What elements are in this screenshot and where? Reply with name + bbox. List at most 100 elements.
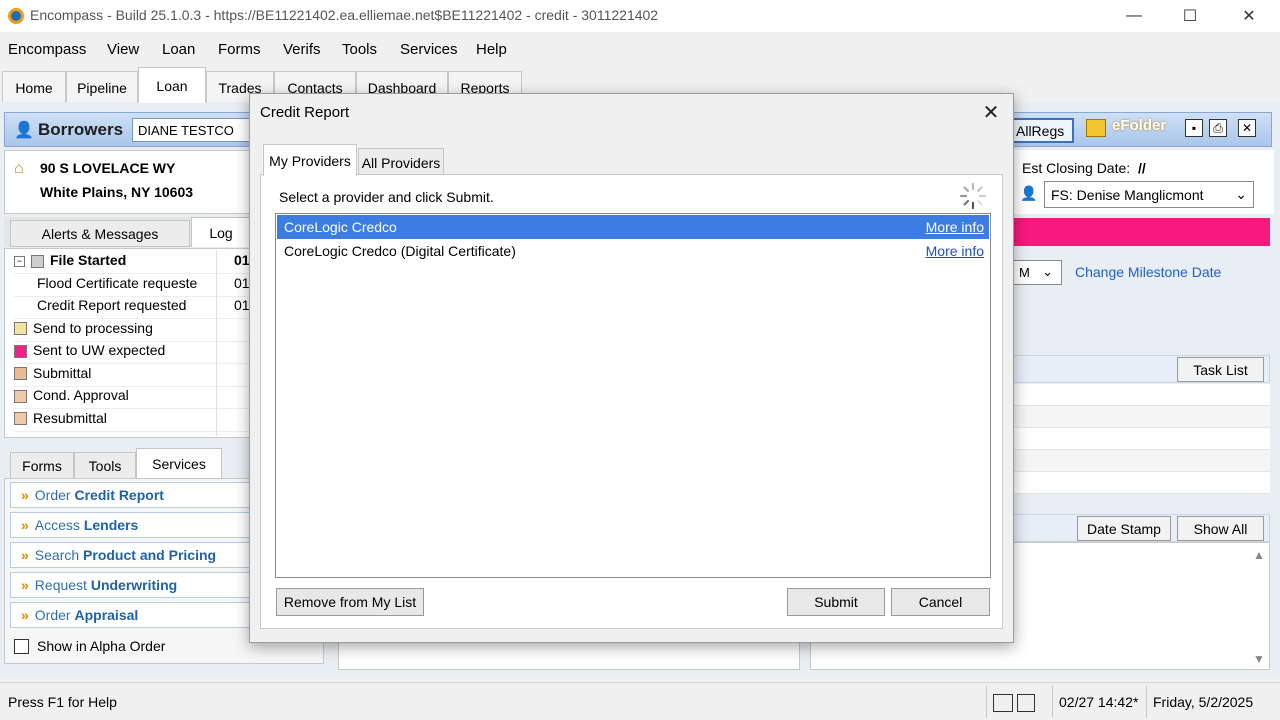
show-all-button[interactable]: Show All: [1177, 516, 1264, 541]
log-item-label: Cond. Approval: [33, 387, 129, 403]
log-item-date: 01: [234, 274, 250, 291]
efolder-icon[interactable]: [1086, 119, 1106, 137]
log-item[interactable]: Resubmittal: [14, 410, 249, 432]
service-prefix: Order: [34, 607, 75, 623]
submit-button[interactable]: Submit: [787, 588, 885, 616]
menu-encompass[interactable]: Encompass: [8, 41, 86, 58]
status-date: Friday, 5/2/2025: [1146, 686, 1280, 718]
service-name: Product and Pricing: [83, 547, 217, 563]
service-name: Credit Report: [74, 487, 164, 503]
tab-all-providers[interactable]: All Providers: [358, 148, 444, 176]
provider-row[interactable]: CoreLogic Credco More info: [277, 215, 989, 239]
service-name: Lenders: [83, 517, 139, 533]
milestone-select[interactable]: M ⌄: [1012, 260, 1062, 285]
table-row: [1012, 428, 1270, 450]
double-chevron-icon: »: [21, 517, 29, 533]
minimize-button[interactable]: —: [1111, 0, 1157, 32]
dialog-close-button[interactable]: ✕: [979, 100, 1003, 124]
save-icon[interactable]: ▪: [1185, 119, 1203, 137]
scroll-up-icon[interactable]: ▲: [1253, 548, 1265, 562]
double-chevron-icon: »: [21, 607, 29, 623]
close-loan-icon[interactable]: ✕: [1238, 119, 1256, 137]
comments-area[interactable]: [338, 642, 800, 670]
tab-services[interactable]: Services: [136, 448, 222, 480]
bottom-tabs: Forms Tools Services: [4, 448, 250, 480]
log-item[interactable]: Sent to UW expected: [14, 342, 249, 364]
tab-loan[interactable]: Loan: [138, 67, 206, 103]
tab-home[interactable]: Home: [2, 71, 66, 103]
tab-my-providers[interactable]: My Providers: [263, 144, 357, 176]
log-item[interactable]: Credit Report requested: [14, 297, 249, 319]
menu-view[interactable]: View: [107, 41, 139, 58]
task-list-button[interactable]: Task List: [1177, 357, 1264, 382]
tab-tools[interactable]: Tools: [74, 452, 136, 480]
address-line-1: 90 S LOVELACE WY: [40, 160, 176, 176]
service-prefix: Order: [34, 487, 75, 503]
more-info-link[interactable]: More info: [926, 243, 984, 259]
service-link[interactable]: » Request Underwriting: [10, 572, 250, 598]
menu-bar: Encompass View Loan Forms Verifs Tools S…: [0, 36, 1280, 64]
milestone-select-value: M: [1019, 265, 1030, 280]
chevron-down-icon: ⌄: [1042, 264, 1053, 279]
log-item-label: Credit Report requested: [37, 297, 187, 313]
service-link[interactable]: » Order Appraisal: [10, 602, 250, 628]
maximize-button[interactable]: ☐: [1167, 0, 1213, 32]
menu-help[interactable]: Help: [476, 41, 507, 58]
log-item-label: Submittal: [33, 364, 92, 381]
chevron-down-icon: ⌄: [1235, 186, 1247, 202]
log-item[interactable]: Flood Certificate requeste: [14, 275, 249, 297]
borrowers-label: Borrowers: [38, 120, 124, 139]
service-link[interactable]: » Order Credit Report: [10, 482, 250, 508]
table-row: [1012, 472, 1270, 494]
close-window-button[interactable]: ✕: [1226, 0, 1272, 32]
borrower-pair-select[interactable]: DIANE TESTCO: [132, 118, 252, 142]
log-item-label: File Started: [50, 252, 127, 268]
service-link[interactable]: » Search Product and Pricing: [10, 542, 250, 568]
encompass-logo-icon: [8, 8, 24, 24]
provider-row[interactable]: CoreLogic Credco (Digital Certificate) Mo…: [277, 239, 989, 263]
efolder-button[interactable]: eFolder: [1112, 117, 1166, 134]
document-icon[interactable]: [1017, 694, 1035, 712]
milestone-color-icon: [14, 344, 27, 358]
help-text: Press F1 for Help: [8, 694, 117, 710]
double-chevron-icon: »: [21, 487, 29, 503]
milestone-color-icon: [14, 412, 27, 426]
log-item[interactable]: Send to processing: [14, 320, 249, 342]
scroll-down-icon[interactable]: ▼: [1253, 652, 1265, 666]
print-icon[interactable]: ⎙: [1209, 119, 1227, 137]
credit-report-dialog: Credit Report ✕ All Providers My Provide…: [249, 93, 1014, 643]
clock-icon[interactable]: [993, 694, 1013, 712]
service-name: Appraisal: [74, 607, 139, 623]
remove-from-list-button[interactable]: Remove from My List: [276, 588, 424, 616]
log-item[interactable]: Cond. Approval: [14, 387, 249, 409]
tab-forms[interactable]: Forms: [10, 452, 74, 480]
log-item[interactable]: Submittal: [14, 365, 249, 387]
log-item-label: Sent to UW expected: [33, 342, 166, 358]
date-stamp-button[interactable]: Date Stamp: [1077, 516, 1171, 541]
menu-forms[interactable]: Forms: [218, 41, 261, 58]
log-item-date: 01: [234, 297, 250, 313]
more-info-link[interactable]: More info: [926, 219, 984, 235]
milestone-color-icon: [14, 322, 27, 336]
menu-verifs[interactable]: Verifs: [283, 41, 321, 58]
show-alpha-label: Show in Alpha Order: [37, 638, 166, 654]
collapse-icon[interactable]: −: [14, 255, 25, 267]
allregs-button[interactable]: AllRegs: [1010, 118, 1074, 143]
fs-officer-select[interactable]: FS: Denise Manglicmont ⌄: [1044, 181, 1254, 208]
cancel-button[interactable]: Cancel: [891, 588, 990, 616]
menu-loan[interactable]: Loan: [162, 41, 195, 58]
change-milestone-link[interactable]: Change Milestone Date: [1075, 264, 1221, 280]
tab-log[interactable]: Log: [191, 217, 251, 247]
log-item-date: 01: [234, 252, 250, 268]
table-row: [1012, 384, 1270, 406]
instruction-text: Select a provider and click Submit.: [279, 189, 494, 205]
show-alpha-checkbox[interactable]: [14, 639, 29, 654]
log-item-label: Send to processing: [33, 319, 153, 336]
menu-tools[interactable]: Tools: [342, 41, 377, 58]
tab-pipeline[interactable]: Pipeline: [66, 71, 138, 103]
tab-alerts-messages[interactable]: Alerts & Messages: [10, 220, 190, 247]
service-link[interactable]: » Access Lenders: [10, 512, 250, 538]
close-icon: ✕: [982, 101, 1000, 124]
menu-services[interactable]: Services: [400, 41, 458, 58]
log-item[interactable]: − File Started: [14, 252, 249, 274]
